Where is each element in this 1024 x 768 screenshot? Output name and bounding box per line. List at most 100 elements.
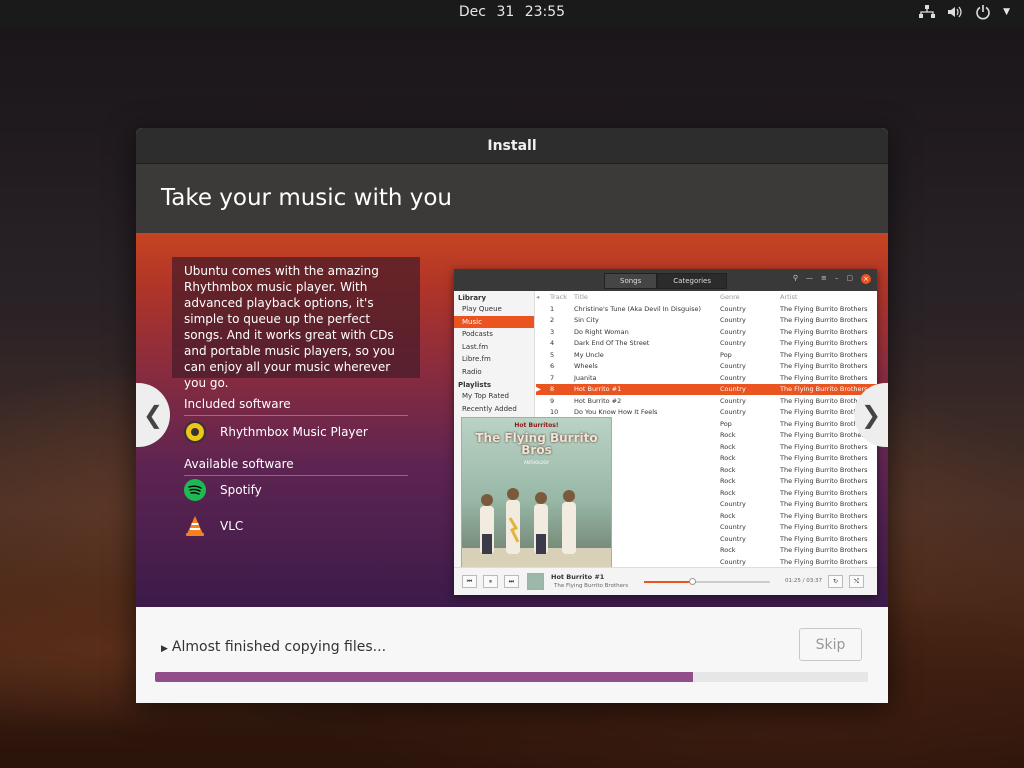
cell-artist: The Flying Burrito Brothers: [780, 546, 868, 555]
cell-artist: The Flying Burrito Brothers: [780, 511, 868, 520]
cell-artist: The Flying Burrito Brothers: [780, 477, 868, 486]
cell-title: My Uncle: [574, 350, 604, 359]
cell-title: Hot Burrito #1: [574, 385, 622, 394]
rhythmbox-tabs: Songs Categories: [604, 273, 727, 289]
sidebar-item: Recently Added: [462, 404, 517, 413]
album-subtitle: ANTHOLOGY: [524, 460, 549, 465]
cell-genre: Country: [720, 339, 746, 348]
close-icon: ×: [861, 274, 871, 284]
install-progress-area: ▶ Almost finished copying files... Skip: [136, 607, 888, 703]
available-software-label: Available software: [184, 457, 294, 471]
sidebar-item: My Top Rated: [462, 392, 509, 400]
table-row: 9 Hot Burrito #2 Country The Flying Burrito…: [536, 395, 877, 407]
cell-artist: The Flying Burrito Brothers: [780, 442, 868, 451]
search-icon: ⚲: [792, 274, 798, 282]
cell-genre: Country: [720, 534, 746, 543]
installer-window: Install Take your music with you Ubuntu …: [136, 128, 888, 703]
time: 23:55: [524, 4, 566, 20]
progress-fill: [155, 672, 694, 682]
table-row: 4 Dark End Of The Street Country The Flying…: [536, 338, 877, 350]
sidebar-item: Libre.fm: [462, 355, 491, 363]
included-software-section: Included software: [184, 397, 408, 416]
cell-artist: The Flying Burrito Brothers: [780, 465, 868, 474]
next-track-icon: ⏭: [504, 575, 519, 588]
previous-track-icon: ⏮: [462, 575, 477, 588]
cell-title: Do Right Woman: [574, 327, 629, 336]
cell-genre: Country: [720, 327, 746, 336]
rhythmbox-header: Songs Categories ⚲ — ≡ – ▢ ×: [454, 269, 877, 291]
cell-track: 9: [550, 396, 555, 405]
cell-track: 2: [550, 316, 555, 325]
available-software-section: Available software: [184, 457, 408, 476]
playing-icon: ▶: [536, 385, 541, 394]
cell-artist: The Flying Burrito Brothers: [780, 304, 868, 313]
shuffle-icon: ⤭: [849, 575, 864, 588]
status-expander[interactable]: ▶ Almost finished copying files...: [161, 639, 386, 655]
cell-genre: Country: [720, 304, 746, 313]
app-vlc: VLC: [184, 515, 243, 537]
cell-artist: The Flying Burrito Brothers: [780, 454, 868, 463]
cell-track: 10: [550, 408, 559, 417]
cell-genre: Country: [720, 373, 746, 382]
clock[interactable]: Dec 31 23:55: [0, 4, 1024, 20]
cell-genre: Rock: [720, 431, 736, 440]
previous-slide-button[interactable]: ❮: [136, 383, 170, 447]
cell-track: 7: [550, 373, 555, 382]
seek-bar-fill: [644, 581, 692, 583]
app-name: VLC: [220, 519, 244, 533]
power-icon: [976, 5, 990, 20]
cell-artist: The Flying Burrito Brothers: [780, 523, 868, 532]
divider: [184, 415, 408, 416]
playback-time: 01:25 / 03:37: [785, 578, 823, 584]
cell-artist: The Flying Burrito Brothers: [780, 327, 868, 336]
table-row: 2 Sin City Country The Flying Burrito Broth…: [536, 315, 877, 327]
date: Dec 31: [458, 4, 515, 20]
cell-artist: The Flying Burrito Brothers: [780, 362, 868, 371]
tab-songs: Songs: [604, 273, 658, 289]
cell-genre: Country: [720, 557, 746, 566]
cell-genre: Country: [720, 523, 746, 532]
cell-title: Do You Know How It Feels: [574, 408, 658, 417]
volume-icon: [948, 6, 962, 18]
cell-genre: Country: [720, 316, 746, 325]
minimize-icon: –: [834, 274, 839, 282]
album-thumbnail: [527, 573, 544, 590]
table-row: 1 Christine's Tune (Aka Devil In Disguise…: [536, 303, 877, 315]
cell-track: 1: [550, 304, 555, 313]
column-header: Genre: [720, 293, 740, 301]
included-software-label: Included software: [184, 397, 291, 411]
status-text: Almost finished copying files...: [171, 639, 387, 655]
sidebar-item: Music: [454, 315, 534, 328]
app-name: Spotify: [220, 483, 262, 497]
cell-genre: Country: [720, 396, 746, 405]
system-tray[interactable]: ▼: [919, 4, 1010, 20]
column-header: Artist: [780, 293, 798, 301]
cell-title: Christine's Tune (Aka Devil In Disguise): [574, 304, 702, 313]
app-spotify: Spotify: [184, 479, 262, 501]
sidebar-item: Last.fm: [462, 342, 489, 351]
cell-track: 3: [550, 327, 555, 336]
cell-track: 5: [550, 350, 555, 359]
band-photo: [462, 488, 611, 568]
table-row: 7 Juanita Country The Flying Burrito Brothe…: [536, 372, 877, 384]
cell-track: 6: [550, 362, 555, 371]
cell-genre: Country: [720, 362, 746, 371]
skip-button[interactable]: Skip: [799, 628, 862, 661]
tab-categories: Categories: [657, 273, 727, 289]
cell-genre: Rock: [720, 454, 736, 463]
table-row: 6 Wheels Country The Flying Burrito Brother…: [536, 361, 877, 373]
cell-genre: Rock: [720, 488, 736, 497]
cell-title: Sin City: [574, 316, 599, 325]
cell-genre: Rock: [720, 511, 736, 520]
library-label: Library: [458, 294, 487, 302]
cell-title: Wheels: [574, 362, 598, 371]
slideshow: Ubuntu comes with the amazing Rhythmbox …: [136, 233, 888, 607]
now-playing-title: Hot Burrito #1: [551, 573, 605, 581]
seek-bar: [644, 581, 770, 583]
seek-handle: [688, 578, 696, 585]
chevron-right-icon: ❯: [860, 401, 882, 429]
volume-column-icon: ◂: [536, 293, 540, 301]
cell-artist: The Flying Burrito Brothers: [780, 350, 868, 359]
cell-artist: The Flying Burrito Brothers: [780, 557, 868, 566]
table-row: 5 My Uncle Pop The Flying Burrito Brothers: [536, 349, 877, 361]
